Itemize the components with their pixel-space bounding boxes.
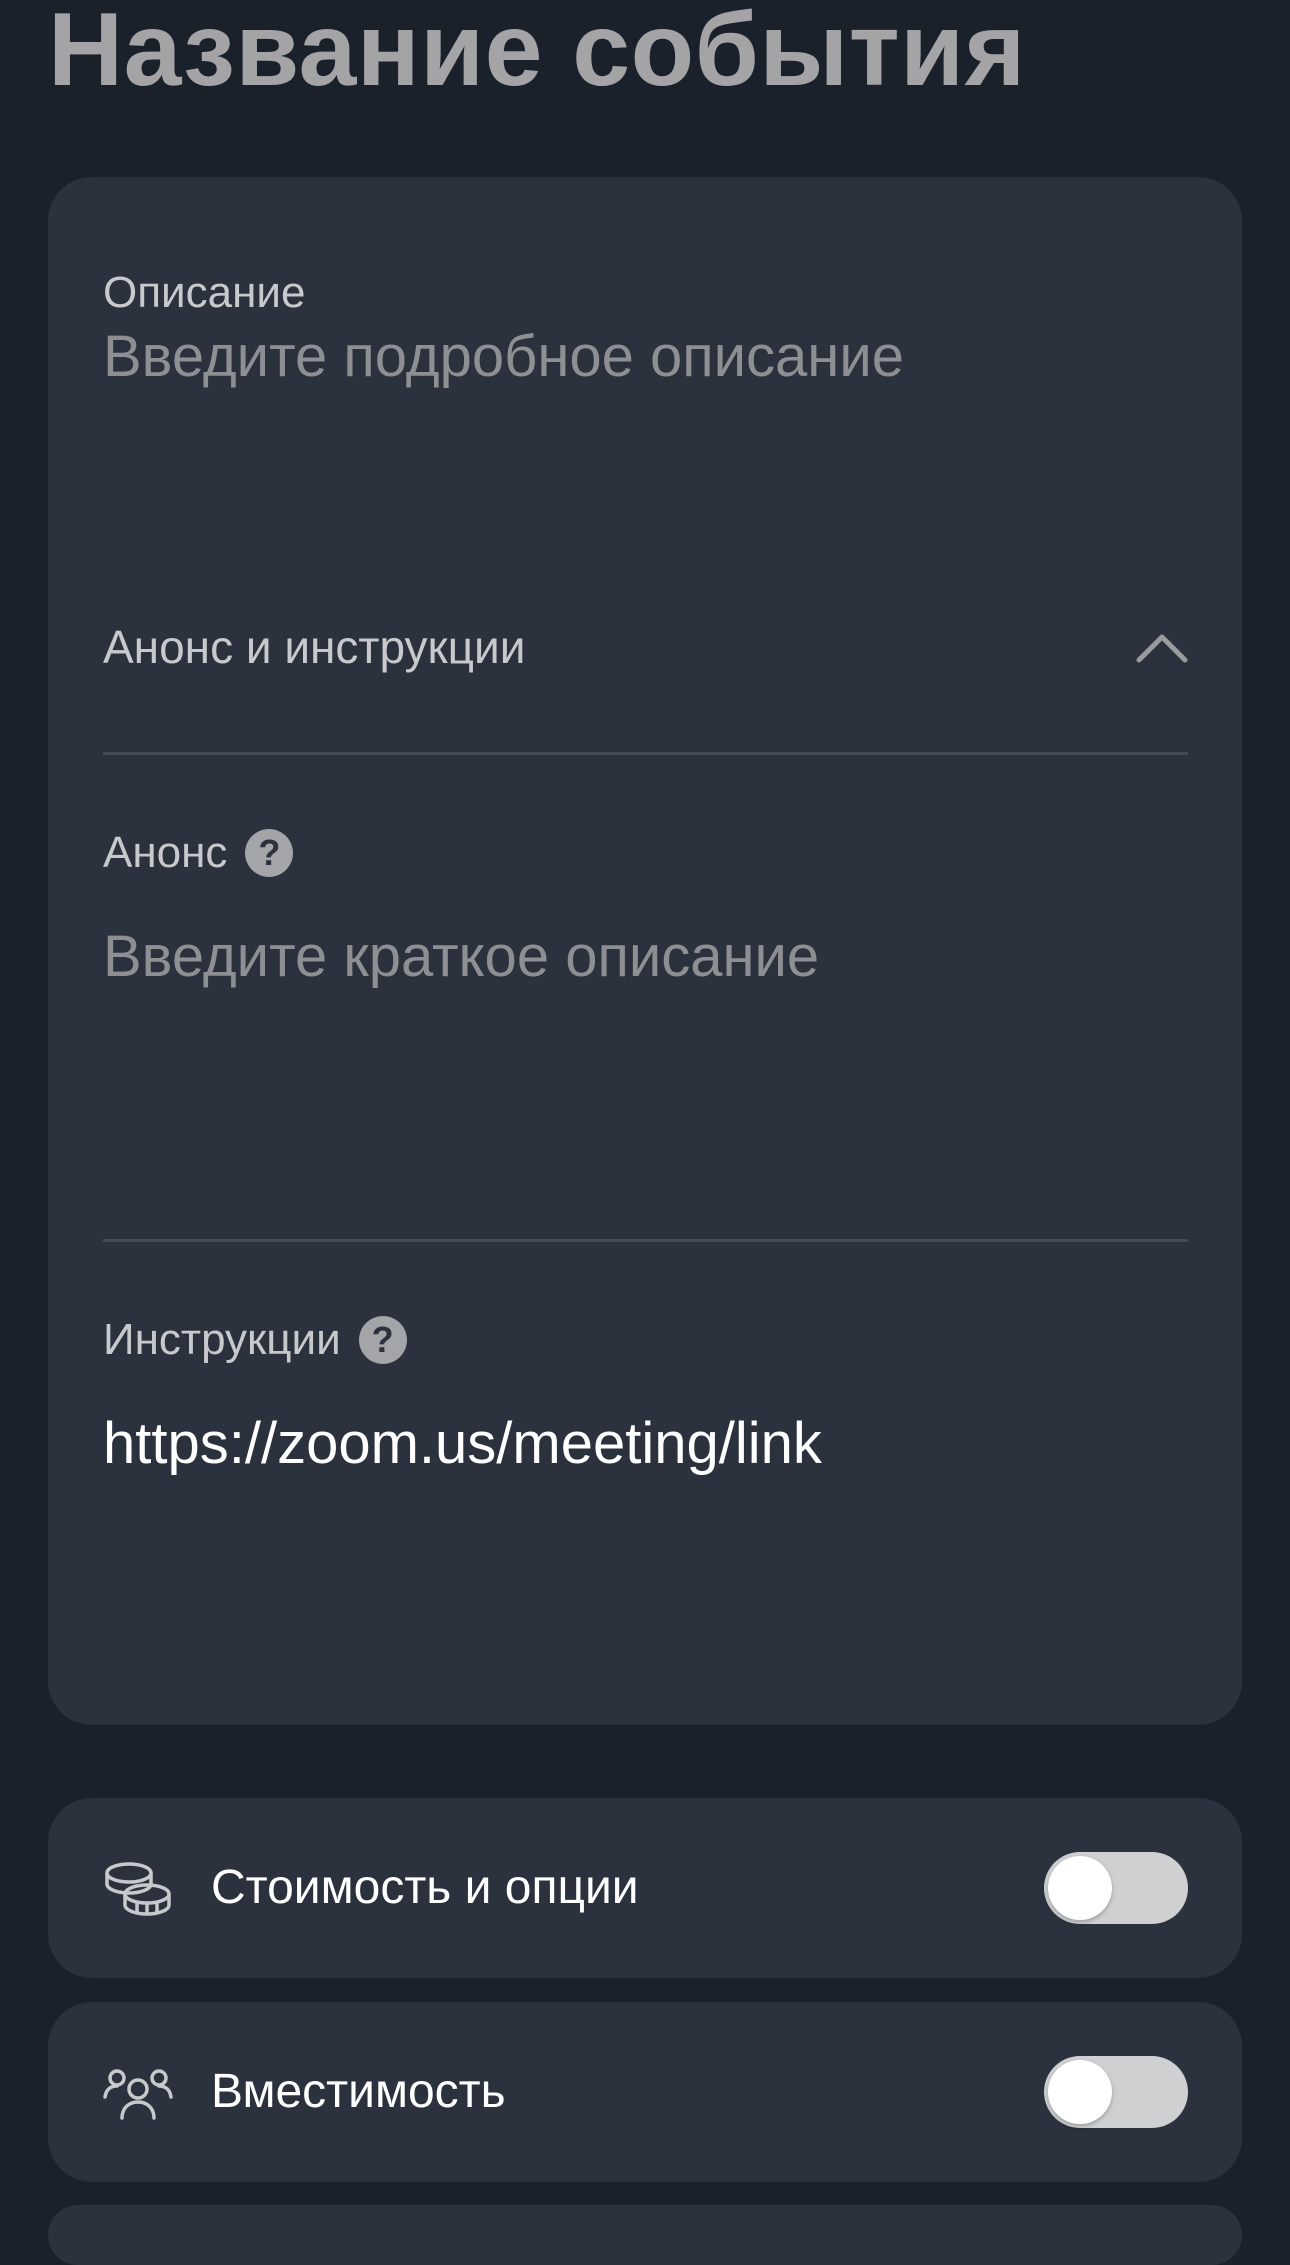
coins-icon xyxy=(105,1862,171,1916)
instructions-input[interactable] xyxy=(103,1409,1188,1659)
capacity-card: Вместимость xyxy=(48,2002,1242,2182)
next-card xyxy=(48,2205,1242,2265)
announcement-input[interactable] xyxy=(103,922,1188,1172)
announcement-label: Анонс ? xyxy=(103,827,294,879)
people-group-icon xyxy=(103,2069,173,2120)
price-options-switch[interactable] xyxy=(1044,1852,1188,1924)
announcement-label-text: Анонс xyxy=(103,828,228,877)
chevron-up-icon xyxy=(1136,634,1188,663)
price-options-card: Стоимость и опции xyxy=(48,1798,1242,1978)
instructions-label: Инструкции ? xyxy=(103,1314,407,1366)
section-divider xyxy=(103,752,1188,755)
switch-knob xyxy=(1048,1856,1112,1920)
capacity-label: Вместимость xyxy=(211,2065,506,2118)
question-circle-icon[interactable]: ? xyxy=(245,829,294,877)
capacity-switch[interactable] xyxy=(1044,2056,1188,2128)
event-details-card: Описание Анонс и инструкции Анонс ? Инст… xyxy=(48,177,1242,1725)
announcement-section-toggle[interactable]: Анонс и инструкции xyxy=(103,602,1188,692)
instructions-label-text: Инструкции xyxy=(103,1315,341,1364)
announcement-divider xyxy=(103,1239,1188,1242)
switch-knob xyxy=(1048,2060,1112,2124)
description-label: Описание xyxy=(103,267,305,319)
announcement-section-label: Анонс и инструкции xyxy=(103,621,526,673)
page-title: Название события xyxy=(48,0,1026,108)
description-label-text: Описание xyxy=(103,268,306,317)
question-circle-icon[interactable]: ? xyxy=(358,1316,407,1364)
description-input[interactable] xyxy=(103,322,1188,562)
price-options-label: Стоимость и опции xyxy=(211,1861,639,1914)
